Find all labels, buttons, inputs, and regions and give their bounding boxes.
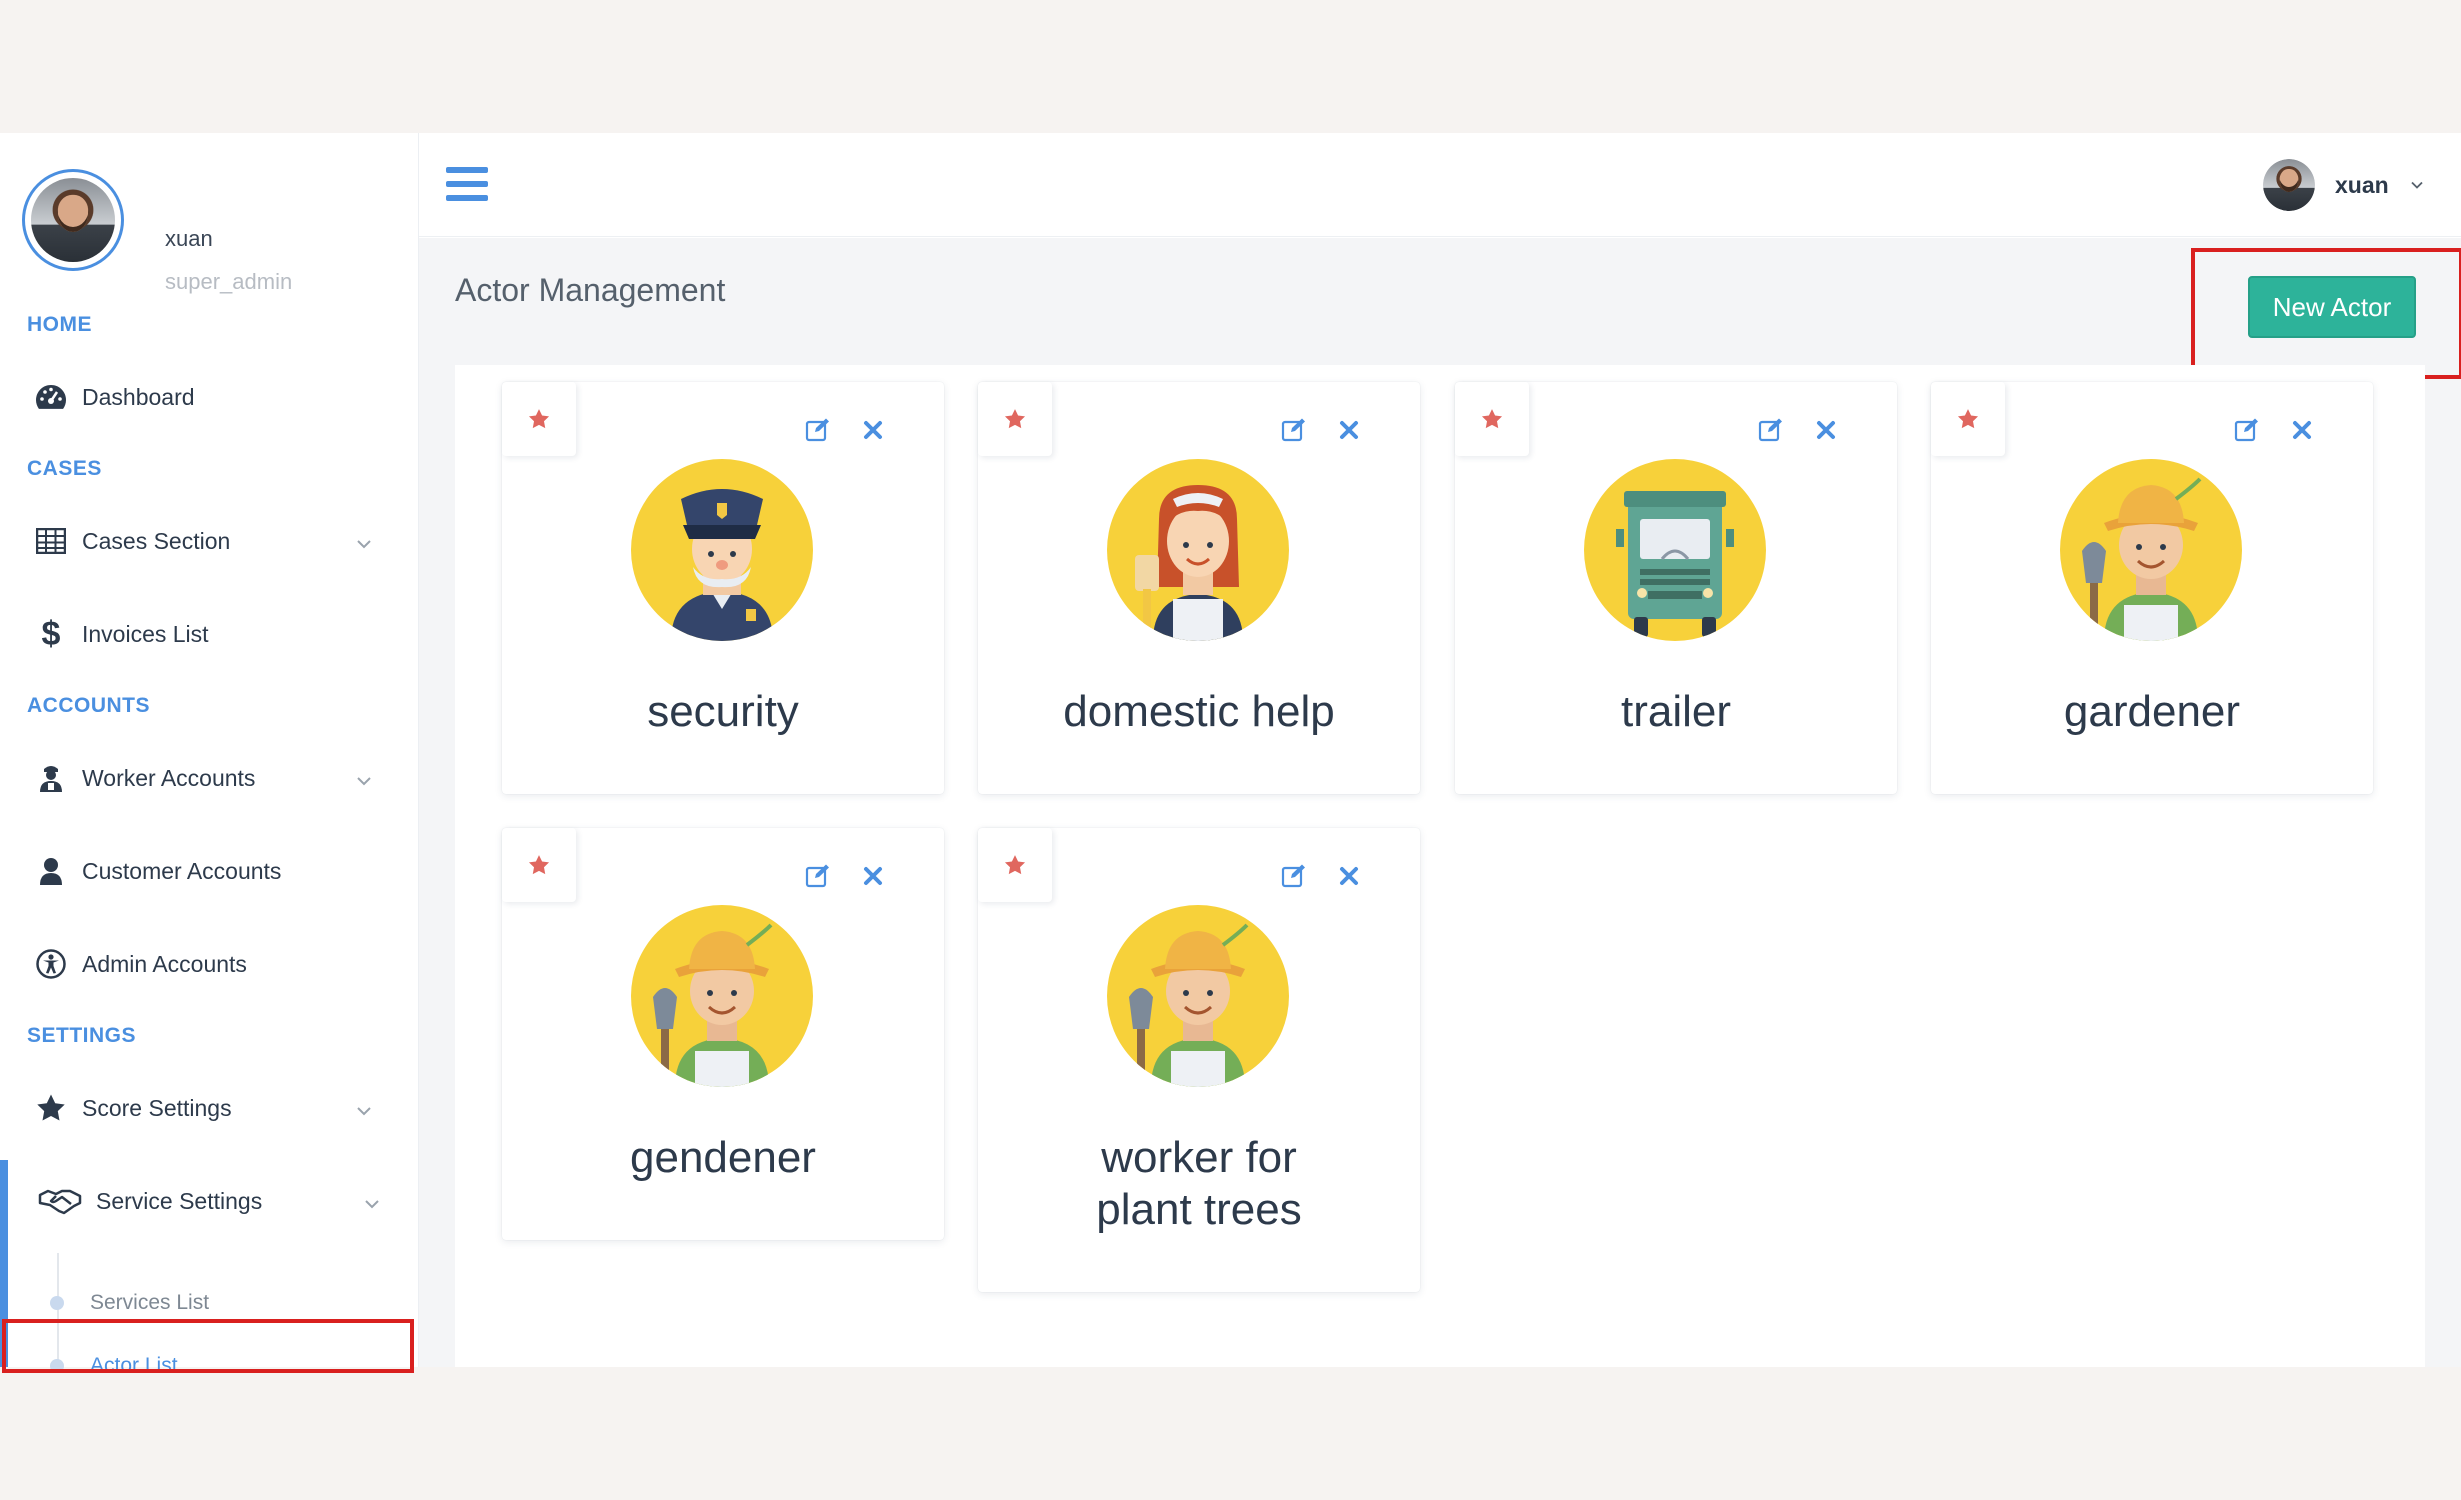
sidebar-item-worker-accounts[interactable]: Worker Accounts — [0, 748, 419, 808]
profile-role: super_admin — [165, 269, 293, 294]
section-title-cases: CASES — [27, 457, 102, 480]
actor-card[interactable]: worker for plant trees — [978, 828, 1420, 1292]
delete-icon[interactable] — [862, 865, 884, 887]
edit-icon[interactable] — [2234, 417, 2260, 443]
sidebar-item-score-settings[interactable]: Score Settings — [0, 1078, 419, 1138]
bullet-dot-icon — [50, 1359, 64, 1373]
chevron-down-icon[interactable] — [356, 768, 372, 786]
actor-grid: security domestic help trailer gardener … — [455, 365, 2425, 1367]
delete-icon[interactable] — [2291, 419, 2313, 441]
section-title-settings: SETTINGS — [27, 1024, 137, 1047]
actor-label: worker for plant trees — [1096, 1133, 1302, 1234]
star-icon[interactable] — [978, 828, 1052, 902]
star-icon — [34, 1091, 68, 1125]
sidebar: xuan super_admin HOME Dashboard CASES Ca… — [0, 133, 419, 1377]
edit-icon[interactable] — [1281, 863, 1307, 889]
sidebar-item-label: Dashboard — [82, 383, 195, 410]
sidebar-item-dashboard[interactable]: Dashboard — [0, 367, 419, 427]
actor-label: security — [647, 687, 799, 736]
handshake-icon — [38, 1184, 82, 1218]
universal-access-icon — [34, 947, 68, 981]
star-icon[interactable] — [1931, 382, 2005, 456]
delete-icon[interactable] — [1338, 865, 1360, 887]
actor-label: trailer — [1620, 687, 1732, 736]
actor-card[interactable]: gendener — [502, 828, 944, 1240]
actor-card[interactable]: security — [502, 382, 944, 794]
sidebar-item-label: Customer Accounts — [82, 857, 282, 884]
edit-icon[interactable] — [1281, 417, 1307, 443]
avatar — [2263, 159, 2315, 211]
main-content: Actor Management New Actor security dome… — [419, 238, 2461, 1367]
delete-icon[interactable] — [862, 419, 884, 441]
sidebar-item-label: Score Settings — [82, 1094, 232, 1121]
star-icon[interactable] — [978, 382, 1052, 456]
delete-icon[interactable] — [1338, 419, 1360, 441]
sidebar-item-admin-accounts[interactable]: Admin Accounts — [0, 934, 419, 994]
edit-icon[interactable] — [1758, 417, 1784, 443]
gardener-icon — [2060, 459, 2242, 641]
section-title-home: HOME — [27, 313, 92, 336]
gardener-icon — [1107, 905, 1289, 1087]
sidebar-item-invoices-list[interactable]: $ Invoices List — [0, 604, 419, 664]
app-window: xuan super_admin HOME Dashboard CASES Ca… — [0, 133, 2461, 1377]
sidebar-item-label: Admin Accounts — [82, 950, 247, 977]
actor-label: gardener — [2063, 687, 2241, 736]
actor-card[interactable]: gardener — [1931, 382, 2373, 794]
sidebar-item-label: Worker Accounts — [82, 764, 256, 791]
sidebar-subitem-actor-list[interactable]: Actor List — [50, 1346, 410, 1386]
sidebar-item-cases-section[interactable]: Cases Section — [0, 511, 419, 571]
user-menu-name: xuan — [2335, 171, 2389, 198]
sidebar-subitem-label: Actor List — [90, 1354, 178, 1377]
police-officer-icon — [631, 459, 813, 641]
sidebar-item-label: Service Settings — [96, 1187, 263, 1214]
chevron-down-icon — [2409, 177, 2425, 193]
table-icon — [34, 524, 68, 558]
gardener-icon — [631, 905, 813, 1087]
section-title-accounts: ACCOUNTS — [27, 694, 150, 717]
hamburger-menu-icon[interactable] — [446, 167, 488, 201]
delete-icon[interactable] — [1815, 419, 1837, 441]
user-icon — [34, 854, 68, 888]
sidebar-item-label: Invoices List — [82, 620, 209, 647]
sidebar-item-service-settings[interactable]: Service Settings — [0, 1171, 419, 1231]
sidebar-subitem-label: Services List — [90, 1291, 210, 1314]
edit-icon[interactable] — [805, 417, 831, 443]
sidebar-item-customer-accounts[interactable]: Customer Accounts — [0, 841, 419, 901]
sidebar-item-label: Cases Section — [82, 527, 231, 554]
user-menu[interactable]: xuan — [2263, 159, 2425, 211]
actor-label: gendener — [630, 1133, 816, 1182]
actor-card[interactable]: domestic help — [978, 382, 1420, 794]
chevron-down-icon[interactable] — [364, 1191, 380, 1209]
topbar: xuan — [419, 133, 2461, 237]
worker-icon — [34, 761, 68, 795]
sidebar-subitem-services-list[interactable]: Services List — [50, 1283, 410, 1323]
page-title: Actor Management — [455, 272, 726, 308]
star-icon[interactable] — [502, 382, 576, 456]
actor-label: domestic help — [1063, 687, 1335, 736]
actor-card[interactable]: trailer — [1455, 382, 1897, 794]
profile-name: xuan — [165, 226, 213, 251]
dashboard-icon — [34, 380, 68, 414]
housekeeper-icon — [1107, 459, 1289, 641]
edit-icon[interactable] — [805, 863, 831, 889]
avatar[interactable] — [22, 169, 124, 271]
new-actor-button[interactable]: New Actor — [2248, 276, 2416, 338]
star-icon[interactable] — [1455, 382, 1529, 456]
chevron-down-icon[interactable] — [356, 531, 372, 549]
bullet-dot-icon — [50, 1296, 64, 1310]
chevron-down-icon[interactable] — [356, 1098, 372, 1116]
star-icon[interactable] — [502, 828, 576, 902]
truck-icon — [1584, 459, 1766, 641]
dollar-icon: $ — [41, 614, 61, 653]
